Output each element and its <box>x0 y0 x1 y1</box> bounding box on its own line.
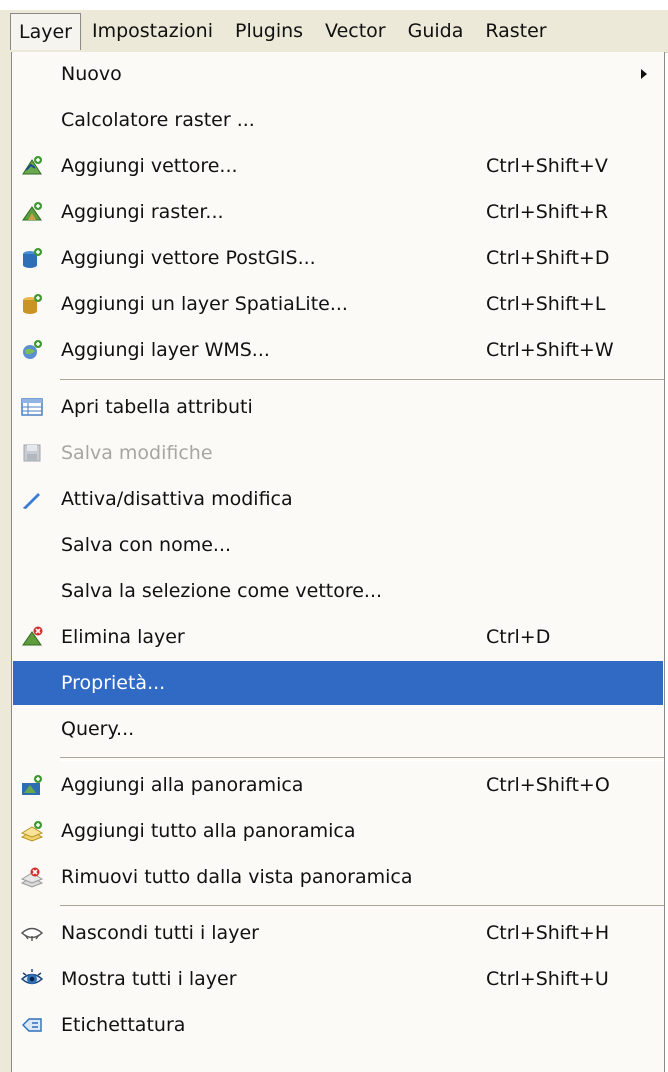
menu-item-add-raster[interactable]: Aggiungi raster... Ctrl+Shift+R <box>13 190 663 234</box>
menu-item-label: Rimuovi tutto dalla vista panoramica <box>61 866 413 888</box>
hide-all-icon <box>20 921 44 945</box>
menu-item-label: Mostra tutti i layer <box>61 968 237 990</box>
menu-separator <box>60 379 664 383</box>
menu-item-label: Salva modifiche <box>61 442 213 464</box>
toggle-editing-icon <box>20 487 44 511</box>
add-all-overview-icon <box>20 819 44 843</box>
menu-item-add-all-to-overview[interactable]: Aggiungi tutto alla panoramica <box>13 809 663 853</box>
add-spatialite-icon <box>20 292 44 316</box>
menubar: Layer Impostazioni Plugins Vector Guida … <box>0 10 668 53</box>
menubar-item-layer[interactable]: Layer <box>10 12 81 50</box>
menu-item-nuovo[interactable]: Nuovo <box>13 52 663 96</box>
menu-item-shortcut: Ctrl+Shift+D <box>486 247 610 269</box>
menu-item-label: Nascondi tutti i layer <box>61 922 259 944</box>
menu-item-label: Attiva/disattiva modifica <box>61 488 293 510</box>
remove-all-overview-icon <box>20 865 44 889</box>
menu-item-label: Query... <box>61 718 135 740</box>
add-overview-icon <box>20 773 44 797</box>
menu-item-open-attribute-table[interactable]: Apri tabella attributi <box>13 385 663 429</box>
show-all-icon <box>20 967 44 991</box>
menu-item-shortcut: Ctrl+Shift+L <box>486 293 606 315</box>
menu-item-save-selection-as-vector[interactable]: Salva la selezione come vettore... <box>13 569 663 613</box>
menu-separator <box>60 757 664 761</box>
menu-item-label: Proprietà... <box>61 672 166 694</box>
menu-item-toggle-editing[interactable]: Attiva/disattiva modifica <box>13 477 663 521</box>
menu-separator <box>60 905 664 909</box>
add-postgis-icon <box>20 246 44 270</box>
menu-item-label: Aggiungi tutto alla panoramica <box>61 820 356 842</box>
menu-item-label: Aggiungi layer WMS... <box>61 339 270 361</box>
menu-item-label: Aggiungi alla panoramica <box>61 774 304 796</box>
menu-item-label: Salva con nome... <box>61 534 232 556</box>
menu-item-add-to-overview[interactable]: Aggiungi alla panoramica Ctrl+Shift+O <box>13 763 663 807</box>
menu-item-label: Salva la selezione come vettore... <box>61 580 383 602</box>
menu-item-label: Calcolatore raster ... <box>61 109 255 131</box>
menu-item-save-as[interactable]: Salva con nome... <box>13 523 663 567</box>
menu-item-hide-all-layers[interactable]: Nascondi tutti i layer Ctrl+Shift+H <box>13 911 663 955</box>
menu-item-add-wms[interactable]: Aggiungi layer WMS... Ctrl+Shift+W <box>13 328 663 372</box>
menubar-item-raster[interactable]: Raster <box>474 13 557 49</box>
menu-item-label: Aggiungi vettore PostGIS... <box>61 247 316 269</box>
remove-layer-icon <box>20 625 44 649</box>
menu-item-label: Etichettatura <box>61 1014 186 1036</box>
submenu-arrow-icon <box>641 69 647 79</box>
attribute-table-icon <box>20 395 44 419</box>
menu-item-shortcut: Ctrl+Shift+O <box>486 774 610 796</box>
menu-item-save-edits: Salva modifiche <box>13 431 663 475</box>
save-edits-icon <box>20 441 44 465</box>
menu-item-add-vector[interactable]: Aggiungi vettore... Ctrl+Shift+V <box>13 144 663 188</box>
menu-item-label: Aggiungi vettore... <box>61 155 238 177</box>
menu-item-remove-all-from-overview[interactable]: Rimuovi tutto dalla vista panoramica <box>13 855 663 899</box>
menu-item-label: Nuovo <box>61 63 122 85</box>
add-raster-icon <box>20 200 44 224</box>
menu-item-label: Elimina layer <box>61 626 185 648</box>
menubar-item-guida[interactable]: Guida <box>397 13 475 49</box>
add-vector-icon <box>20 154 44 178</box>
menu-item-shortcut: Ctrl+Shift+V <box>486 155 608 177</box>
menu-item-shortcut: Ctrl+Shift+R <box>486 201 609 223</box>
menu-item-label: Aggiungi raster... <box>61 201 224 223</box>
menu-item-add-spatialite[interactable]: Aggiungi un layer SpatiaLite... Ctrl+Shi… <box>13 282 663 326</box>
menubar-item-impostazioni[interactable]: Impostazioni <box>81 13 224 49</box>
menu-item-shortcut: Ctrl+Shift+U <box>486 968 609 990</box>
menu-item-raster-calculator[interactable]: Calcolatore raster ... <box>13 98 663 142</box>
menu-item-remove-layer[interactable]: Elimina layer Ctrl+D <box>13 615 663 659</box>
menubar-item-vector[interactable]: Vector <box>314 13 397 49</box>
menu-item-label: Aggiungi un layer SpatiaLite... <box>61 293 348 315</box>
menu-item-shortcut: Ctrl+Shift+H <box>486 922 610 944</box>
menu-item-shortcut: Ctrl+D <box>486 626 551 648</box>
menu-item-show-all-layers[interactable]: Mostra tutti i layer Ctrl+Shift+U <box>13 957 663 1001</box>
labeling-icon <box>20 1013 44 1037</box>
menu-item-properties[interactable]: Proprietà... <box>13 661 663 705</box>
layer-dropdown-menu: Nuovo Calcolatore raster ... Aggiungi ve… <box>11 52 665 1072</box>
menu-item-add-postgis[interactable]: Aggiungi vettore PostGIS... Ctrl+Shift+D <box>13 236 663 280</box>
add-wms-icon <box>20 338 44 362</box>
menu-item-labeling[interactable]: Etichettatura <box>13 1003 663 1047</box>
menu-item-shortcut: Ctrl+Shift+W <box>486 339 614 361</box>
menu-item-label: Apri tabella attributi <box>61 396 253 418</box>
menubar-item-plugins[interactable]: Plugins <box>224 13 314 49</box>
top-strip <box>0 0 668 10</box>
menu-item-query[interactable]: Query... <box>13 707 663 751</box>
qgis-window: Layer Impostazioni Plugins Vector Guida … <box>0 0 668 1072</box>
